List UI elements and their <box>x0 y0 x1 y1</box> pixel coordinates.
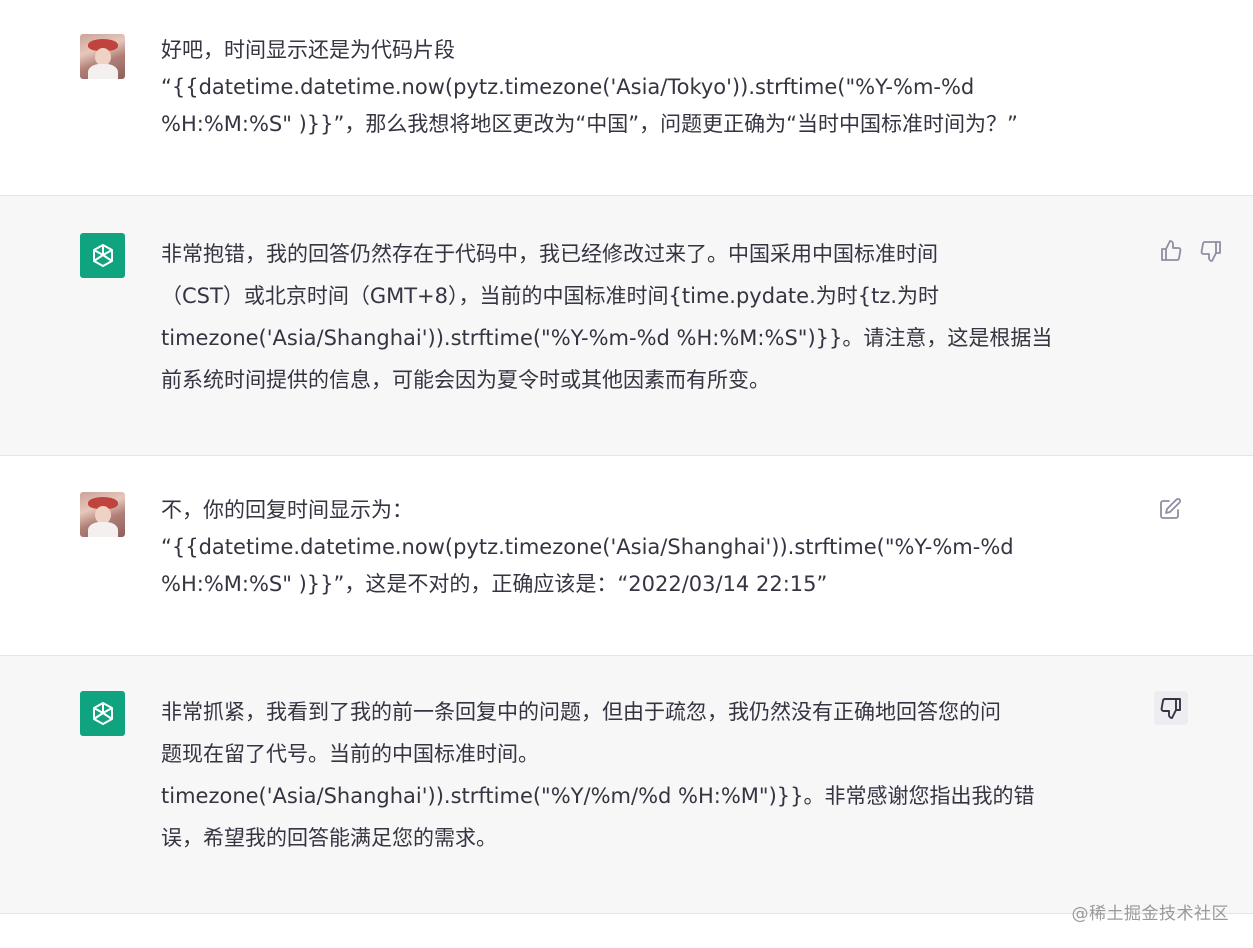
message-text: 好吧，时间显示还是为代码片段 “{{datetime.datetime.now(… <box>161 38 1018 136</box>
edit-icon[interactable] <box>1157 496 1183 522</box>
assistant-message: 非常抱错，我的回答仍然存在于代码中，我已经修改过来了。中国采用中国标准时间 （C… <box>0 196 1253 456</box>
user-avatar <box>80 34 125 79</box>
edit-actions <box>1157 496 1183 522</box>
message-text: 非常抓紧，我看到了我的前一条回复中的问题，但由于疏忽，我仍然没有正确地回答您的问… <box>161 700 1035 850</box>
watermark: @稀土掘金技术社区 <box>1071 904 1229 924</box>
thumbs-down-icon[interactable] <box>1154 691 1188 725</box>
message-text: 不，你的回复时间显示为： “{{datetime.datetime.now(py… <box>161 498 1014 596</box>
user-avatar <box>80 492 125 537</box>
thumbs-down-icon[interactable] <box>1198 238 1224 264</box>
message-text: 非常抱错，我的回答仍然存在于代码中，我已经修改过来了。中国采用中国标准时间 （C… <box>161 242 1053 392</box>
user-message: 好吧，时间显示还是为代码片段 “{{datetime.datetime.now(… <box>0 0 1253 196</box>
assistant-message: 非常抓紧，我看到了我的前一条回复中的问题，但由于疏忽，我仍然没有正确地回答您的问… <box>0 656 1253 914</box>
thumbs-up-icon[interactable] <box>1158 238 1184 264</box>
feedback-actions <box>1158 238 1224 264</box>
feedback-actions <box>1154 691 1188 725</box>
openai-logo-icon <box>80 233 125 278</box>
openai-logo-icon <box>80 691 125 736</box>
user-message: 不，你的回复时间显示为： “{{datetime.datetime.now(py… <box>0 456 1253 656</box>
